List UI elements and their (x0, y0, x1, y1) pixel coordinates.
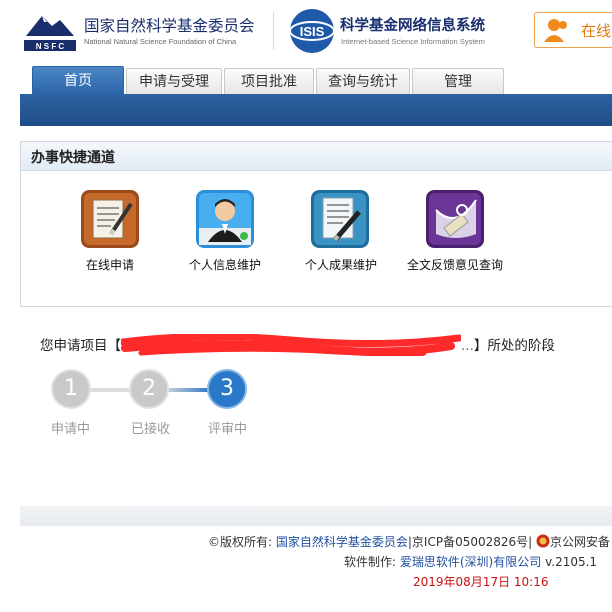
footer-datetime: 2019年08月17日 10:16 (413, 575, 549, 589)
software-prefix: 软件制作: (344, 555, 397, 569)
fulltext-feedback-icon (426, 190, 484, 248)
step-circle-3: 3 (207, 369, 247, 409)
icp-number: |京ICP备05002826号| (407, 535, 533, 549)
status-prefix: 您申请项目【 (40, 338, 121, 354)
quick-item-label: 个人成果维护 (304, 258, 377, 272)
nsfc-logo-icon: N S F C (24, 16, 76, 51)
isis-title-en: Internet-based Science Information Syste… (341, 37, 485, 46)
redaction-scribble-icon (121, 334, 461, 356)
isis-short-label: ISIS (300, 24, 325, 39)
online-service-button[interactable]: 在线 (534, 12, 612, 48)
tab-application[interactable]: 申请与受理 (126, 68, 222, 95)
personal-achievements-icon (311, 190, 369, 248)
user-online-icon (544, 19, 567, 42)
tab-query-statistics[interactable]: 查询与统计 (316, 68, 410, 95)
main-nav: 首页 申请与受理 项目批准 查询与统计 管理 (20, 64, 612, 95)
personal-info-icon (196, 190, 254, 248)
quick-item-label: 个人信息维护 (188, 258, 261, 272)
step-label-1: 申请中 (51, 422, 91, 437)
nav-banner (20, 94, 612, 126)
quick-access-panel: 办事快捷通道 在线申请 个人信息维护 个人成果维护 全文反馈意见查询 (20, 141, 612, 307)
software-company-link[interactable]: 爱瑞思软件(深圳)有限公司 (400, 555, 541, 569)
footer-copyright-line: ©版权所有: 国家自然科学基金委员会|京ICP备05002826号| 京公网安备 (208, 533, 610, 550)
nsfc-short-label: N S F C (36, 42, 65, 51)
online-service-label: 在线 (581, 22, 612, 40)
version-label: v.2105.1 (545, 555, 598, 569)
tab-management[interactable]: 管理 (412, 68, 504, 95)
police-badge-icon (536, 534, 550, 548)
online-application-icon (81, 190, 139, 248)
quick-item-label: 在线申请 (85, 258, 134, 272)
step-label-3: 评审中 (208, 422, 248, 437)
project-status-line: 您申请项目【 ...】所处的阶段 (40, 334, 555, 356)
step-connector (86, 388, 132, 392)
site-header: N S F C 国家自然科学基金委员会 National Natural Sci… (0, 0, 612, 64)
footer-bar (20, 506, 612, 526)
isis-title: 科学基金网络信息系统 (340, 18, 485, 34)
step-circle-2: 2 (129, 369, 169, 409)
panel-header: 办事快捷通道 (21, 142, 612, 171)
redacted-tail: ... (461, 338, 474, 354)
status-suffix: 】所处的阶段 (473, 338, 555, 354)
step-circle-1: 1 (51, 369, 91, 409)
copyright-prefix: ©版权所有: (208, 535, 273, 549)
police-record[interactable]: 京公网安备 (550, 535, 610, 549)
nsfc-title-en: National Natural Science Foundation of C… (84, 37, 237, 46)
copyright-owner-link[interactable]: 国家自然科学基金委员会 (276, 535, 408, 549)
nsfc-title: 国家自然科学基金委员会 (84, 17, 255, 35)
panel-title: 办事快捷通道 (31, 150, 115, 166)
step-connector (164, 388, 210, 392)
tab-project-approval[interactable]: 项目批准 (224, 68, 314, 95)
footer-software-line: 软件制作: 爱瑞思软件(深圳)有限公司 v.2105.1 (344, 553, 597, 570)
header-divider (273, 12, 274, 50)
redacted-project-name (121, 334, 461, 356)
tab-home[interactable]: 首页 (32, 66, 124, 95)
isis-logo-icon: ISIS (289, 9, 335, 53)
quick-item-label: 全文反馈意见查询 (406, 258, 503, 272)
step-label-2: 已接收 (131, 422, 171, 437)
